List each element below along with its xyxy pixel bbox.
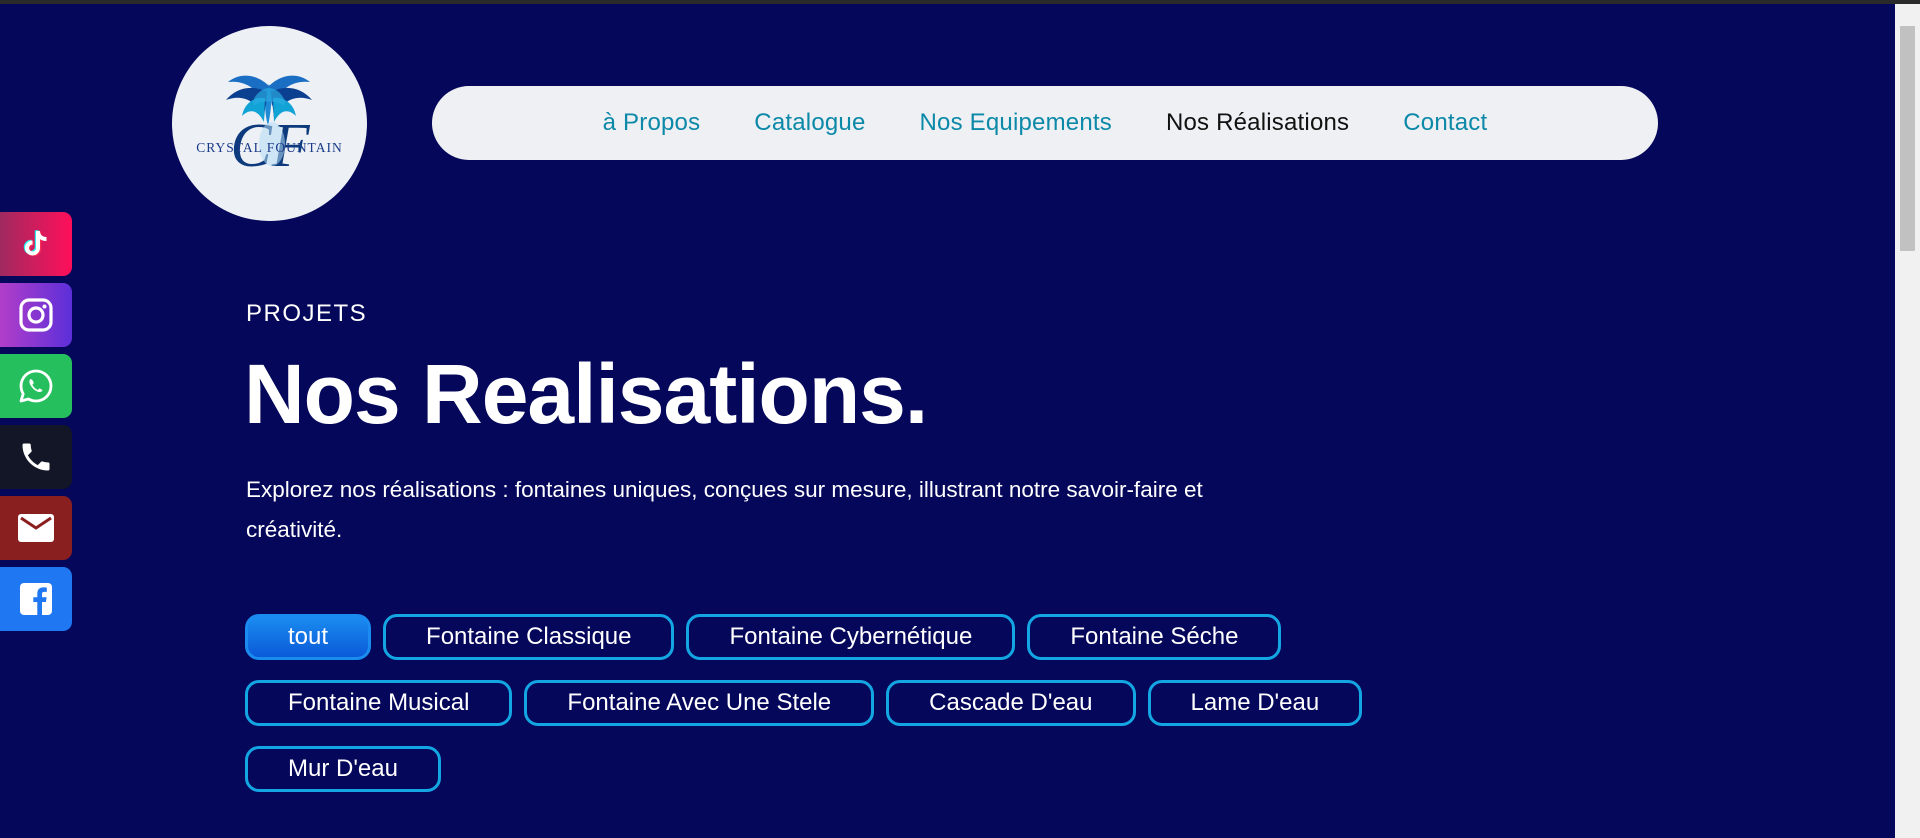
nav-link-catalogue[interactable]: Catalogue: [754, 109, 865, 137]
nav-link-contact[interactable]: Contact: [1403, 109, 1487, 137]
nav-link-a-propos[interactable]: à Propos: [603, 109, 701, 137]
mail-button[interactable]: [0, 496, 72, 560]
filter-fontaine-seche[interactable]: Fontaine Séche: [1027, 614, 1282, 660]
main-navigation: à Propos Catalogue Nos Equipements Nos R…: [432, 86, 1658, 160]
tiktok-button[interactable]: [0, 212, 72, 276]
filter-fontaine-musical[interactable]: Fontaine Musical: [245, 680, 513, 726]
nav-link-nos-equipements[interactable]: Nos Equipements: [920, 109, 1112, 137]
whatsapp-icon: [19, 369, 53, 403]
whatsapp-button[interactable]: [0, 354, 72, 418]
facebook-button[interactable]: [0, 567, 72, 631]
fountain-logo-icon: CF: [226, 75, 312, 180]
filter-tout[interactable]: tout: [245, 614, 372, 660]
instagram-icon: [19, 298, 53, 332]
filter-cascade-deau[interactable]: Cascade D'eau: [886, 680, 1136, 726]
phone-icon: [22, 443, 50, 471]
facebook-icon: [20, 583, 52, 615]
phone-button[interactable]: [0, 425, 72, 489]
filter-mur-deau[interactable]: Mur D'eau: [245, 746, 441, 792]
page-description: Explorez nos réalisations : fontaines un…: [246, 477, 1203, 542]
page-title: Nos Realisations.: [244, 347, 928, 441]
nav-link-nos-realisations[interactable]: Nos Réalisations: [1166, 109, 1349, 137]
project-filters: tout Fontaine Classique Fontaine Cyberné…: [245, 614, 1475, 792]
page-scrollbar[interactable]: [1895, 4, 1920, 838]
mail-icon: [18, 514, 54, 542]
filter-lame-deau[interactable]: Lame D'eau: [1147, 680, 1363, 726]
crystal-fountain-logo[interactable]: CF CRYSTAL FOUNTAIN: [172, 26, 367, 221]
filter-fontaine-classique[interactable]: Fontaine Classique: [383, 614, 675, 660]
filter-fontaine-avec-une-stele[interactable]: Fontaine Avec Une Stele: [524, 680, 875, 726]
filter-fontaine-cybernetique[interactable]: Fontaine Cybernétique: [686, 614, 1016, 660]
instagram-button[interactable]: [0, 283, 72, 347]
tiktok-icon: [23, 230, 47, 257]
scrollbar-thumb[interactable]: [1900, 26, 1915, 251]
section-eyebrow: PROJETS: [246, 300, 368, 327]
window-top-border: [0, 0, 1920, 4]
social-sidebar: [0, 212, 72, 638]
brand-name: CRYSTAL FOUNTAIN: [196, 140, 343, 155]
